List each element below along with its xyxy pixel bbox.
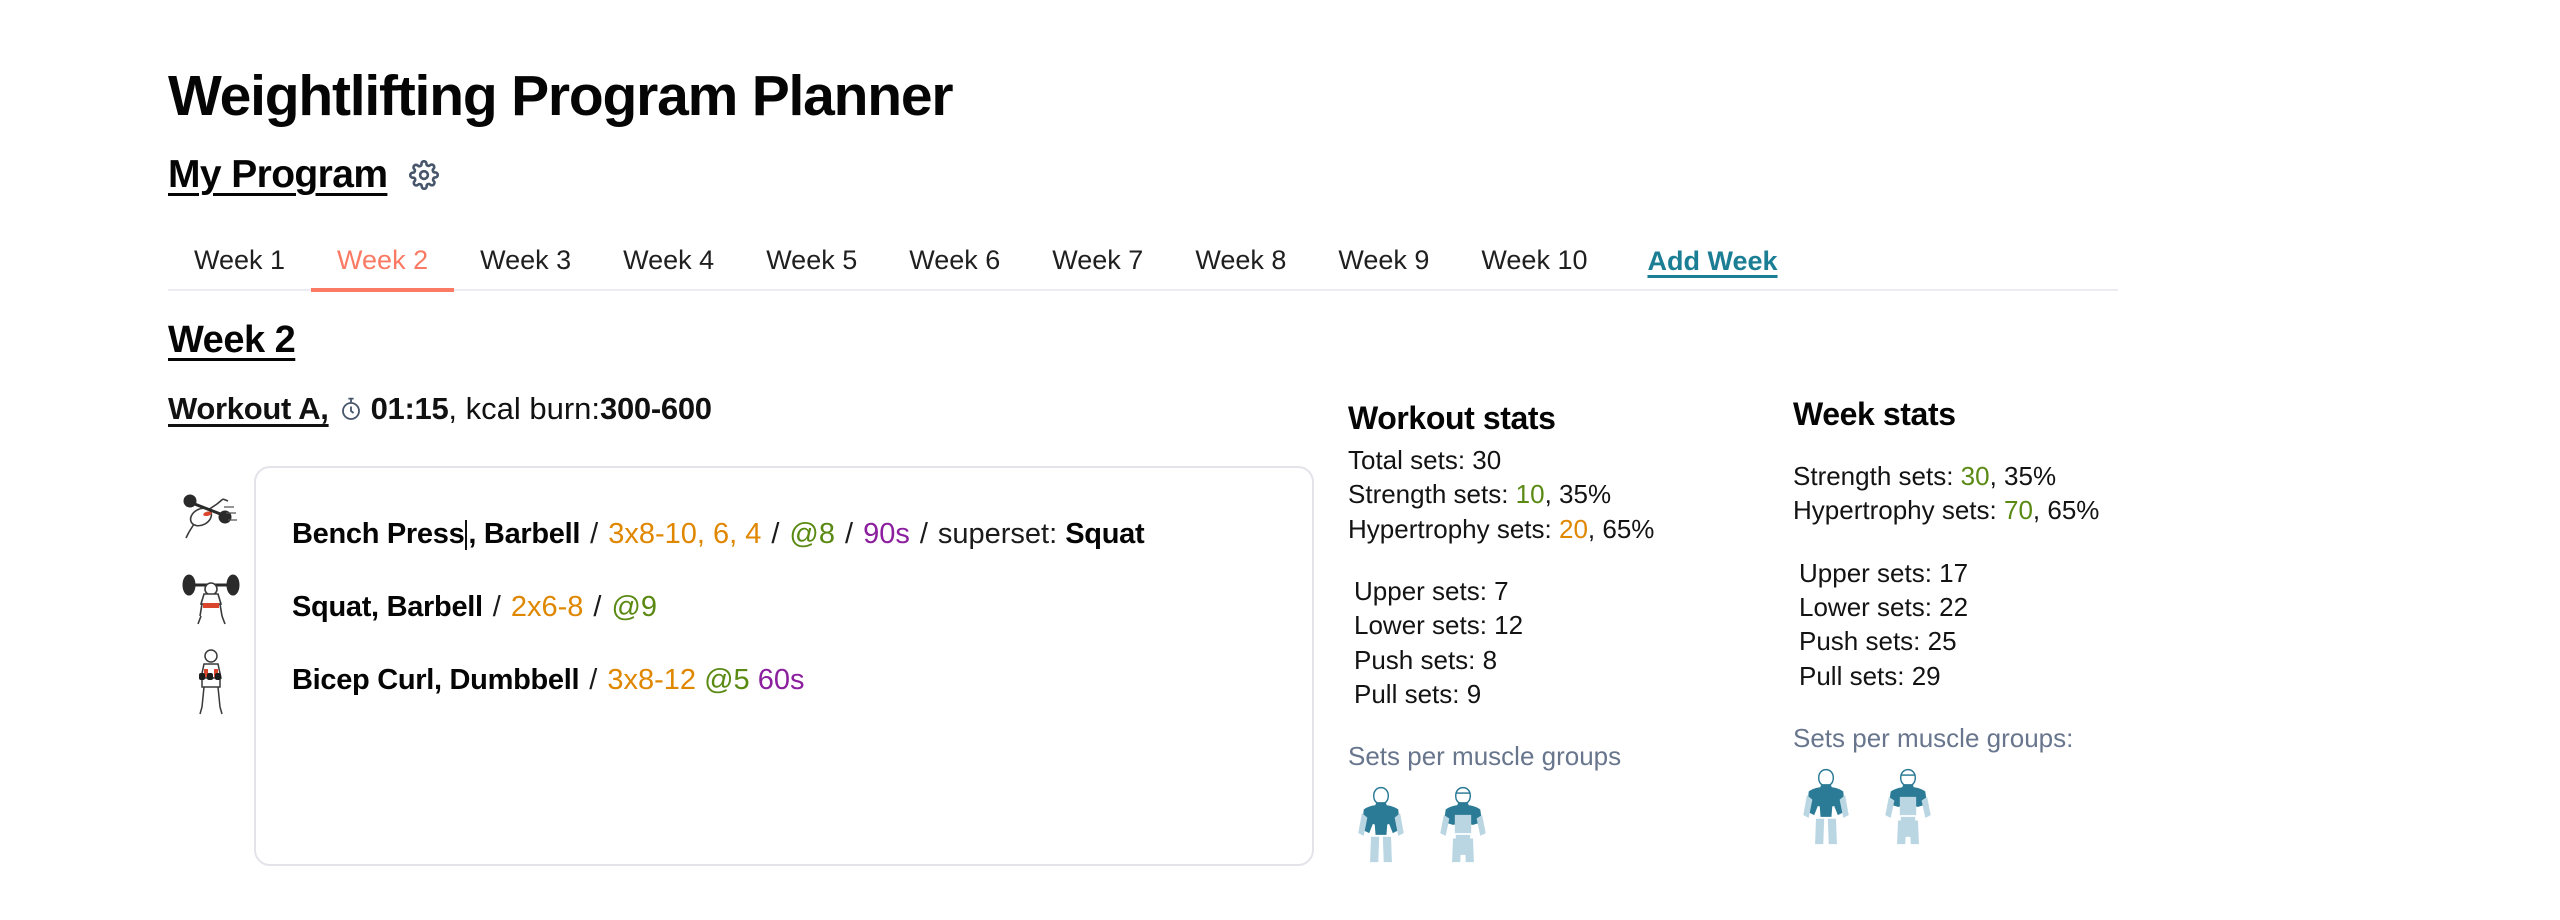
superset-label: superset: xyxy=(937,518,1058,551)
strength-percent: , 35% xyxy=(1544,479,1612,510)
exercise-thumbnails xyxy=(168,466,254,866)
tab-week-9[interactable]: Week 9 xyxy=(1312,247,1455,292)
week-upper-sets: Upper sets: 17 xyxy=(1799,557,1969,588)
program-row: My Program xyxy=(168,149,2560,201)
hypertrophy-value: 70 xyxy=(2003,495,2033,526)
week-lower-sets: Lower sets: 22 xyxy=(1799,591,1969,622)
strength-percent: , 35% xyxy=(1989,461,2057,491)
exercise-reps: 2x6-8 xyxy=(510,591,584,624)
bench-press-icon xyxy=(168,478,254,556)
tab-week-8[interactable]: Week 8 xyxy=(1169,247,1312,292)
separator-slash: / xyxy=(845,518,854,551)
exercise-row-2[interactable]: Squat, Barbell / 2x6-8 / @9 xyxy=(292,571,1276,644)
hypertrophy-label: Hypertrophy sets: xyxy=(1348,513,1559,544)
workout-total-sets: Total sets: 30 xyxy=(1348,445,1502,475)
workout-muscle-groups-label: Sets per muscle groups xyxy=(1348,741,1622,772)
tab-week-7[interactable]: Week 7 xyxy=(1026,247,1169,292)
content-columns: Workout A, 01:15 , kcal burn: 300-600 Be… xyxy=(168,391,2560,884)
week-pull-sets: Pull sets: 29 xyxy=(1799,660,1941,691)
workout-split-stats: Upper sets: 7 Lower sets: 12 Push sets: … xyxy=(1348,574,1793,711)
strength-label: Strength sets: xyxy=(1793,461,1961,491)
workout-strength-sets: Strength sets: 10, 35% xyxy=(1348,477,1793,511)
workout-stats-title: Workout stats xyxy=(1348,400,1556,436)
exercise-reps: 3x8-10, 6, 4 xyxy=(608,518,762,551)
exercise-name: Bicep Curl, Dumbbell xyxy=(292,664,580,697)
separator-slash: / xyxy=(593,591,602,624)
week-muscle-figures xyxy=(1793,766,2253,866)
text-caret xyxy=(465,519,468,550)
exercise-rpe: @8 xyxy=(789,518,835,551)
week-stats-title: Week stats xyxy=(1793,396,1956,432)
exercise-name: Squat, Barbell xyxy=(292,591,483,624)
exercise-rpe: @5 xyxy=(704,664,750,697)
hypertrophy-value: 20 xyxy=(1558,513,1588,544)
superset-value: Squat xyxy=(1065,518,1145,551)
page-root: Weightlifting Program Planner My Program… xyxy=(0,0,2560,920)
program-name-link[interactable]: My Program xyxy=(168,153,388,197)
workout-duration: 01:15 xyxy=(370,391,449,426)
workout-hypertrophy-sets: Hypertrophy sets: 20, 65% xyxy=(1348,512,1793,546)
separator-slash: / xyxy=(771,518,780,551)
body-front-figure xyxy=(1885,768,1931,845)
gear-icon[interactable] xyxy=(409,160,440,190)
workout-column: Workout A, 01:15 , kcal burn: 300-600 Be… xyxy=(168,391,1348,884)
add-week-link[interactable]: Add Week xyxy=(1647,248,1777,289)
tab-week-1[interactable]: Week 1 xyxy=(168,247,311,292)
page-title: Weightlifting Program Planner xyxy=(168,64,954,128)
tab-week-3[interactable]: Week 3 xyxy=(454,247,597,292)
week-strength-sets: Strength sets: 30, 35% xyxy=(1793,459,2253,493)
body-back-figure xyxy=(1803,768,1849,845)
week-heading: Week 2 xyxy=(168,319,296,361)
body-front-figure xyxy=(1440,787,1486,863)
tab-week-4[interactable]: Week 4 xyxy=(597,247,740,292)
workout-summary-line: Workout A, 01:15 , kcal burn: 300-600 xyxy=(168,391,1348,426)
exercise-rpe: @9 xyxy=(611,591,658,624)
exercise-rest: 90s xyxy=(863,518,910,551)
separator-slash: / xyxy=(919,518,928,551)
tab-week-5[interactable]: Week 5 xyxy=(740,247,883,292)
exercise-name: Bench Press xyxy=(292,518,465,551)
week-muscle-groups-label: Sets per muscle groups: xyxy=(1793,722,2074,753)
stopwatch-icon xyxy=(339,396,363,422)
strength-label: Strength sets: xyxy=(1348,479,1516,510)
workout-stats-panel: Workout stats Total sets: 30 Strength se… xyxy=(1348,392,1793,884)
kcal-label: , kcal burn: xyxy=(448,391,601,426)
exercise-card-wrap: Bench Press, Barbell / 3x8-10, 6, 4 / @8… xyxy=(168,466,1348,867)
bicep-curl-icon xyxy=(168,642,254,720)
exercise-row-1[interactable]: Bench Press, Barbell / 3x8-10, 6, 4 / @8… xyxy=(292,498,1276,571)
week-split-stats: Upper sets: 17 Lower sets: 22 Push sets:… xyxy=(1793,556,2253,693)
exercise-row-3[interactable]: Bicep Curl, Dumbbell / 3x8-12 @5 60s xyxy=(292,644,1276,717)
body-back-figure xyxy=(1358,787,1404,863)
separator-slash: / xyxy=(589,664,598,697)
week-stats-panel: Week stats Strength sets: 30, 35% Hypert… xyxy=(1793,392,2253,884)
exercise-name-tail: , Barbell xyxy=(468,518,581,551)
week-tabs: Week 1 Week 2 Week 3 Week 4 Week 5 Week … xyxy=(168,233,2118,292)
tab-week-6[interactable]: Week 6 xyxy=(883,247,1026,292)
workout-name-link[interactable]: Workout A, xyxy=(168,391,329,426)
exercise-reps: 3x8-12 xyxy=(607,664,696,697)
strength-value: 30 xyxy=(1960,461,1990,491)
workout-pull-sets: Pull sets: 9 xyxy=(1354,678,1482,709)
hypertrophy-label: Hypertrophy sets: xyxy=(1793,495,2004,526)
separator-slash: / xyxy=(590,518,599,551)
workout-lower-sets: Lower sets: 12 xyxy=(1354,610,1524,641)
workout-muscle-figures xyxy=(1348,784,1793,884)
hypertrophy-percent: , 65% xyxy=(2032,495,2100,526)
week-push-sets: Push sets: 25 xyxy=(1799,626,1957,657)
week-hypertrophy-sets: Hypertrophy sets: 70, 65% xyxy=(1793,493,2253,527)
squat-icon xyxy=(168,560,254,638)
tab-week-2[interactable]: Week 2 xyxy=(311,247,455,292)
exercise-rest: 60s xyxy=(757,664,805,697)
separator-slash: / xyxy=(492,591,501,624)
kcal-value: 300-600 xyxy=(600,391,712,426)
workout-push-sets: Push sets: 8 xyxy=(1354,644,1498,675)
exercise-card[interactable]: Bench Press, Barbell / 3x8-10, 6, 4 / @8… xyxy=(254,466,1314,867)
tab-week-10[interactable]: Week 10 xyxy=(1455,247,1613,292)
hypertrophy-percent: , 65% xyxy=(1587,513,1655,544)
week-intensity-stats: Strength sets: 30, 35% Hypertrophy sets:… xyxy=(1793,459,2253,528)
strength-value: 10 xyxy=(1515,479,1545,510)
workout-upper-sets: Upper sets: 7 xyxy=(1354,575,1509,606)
